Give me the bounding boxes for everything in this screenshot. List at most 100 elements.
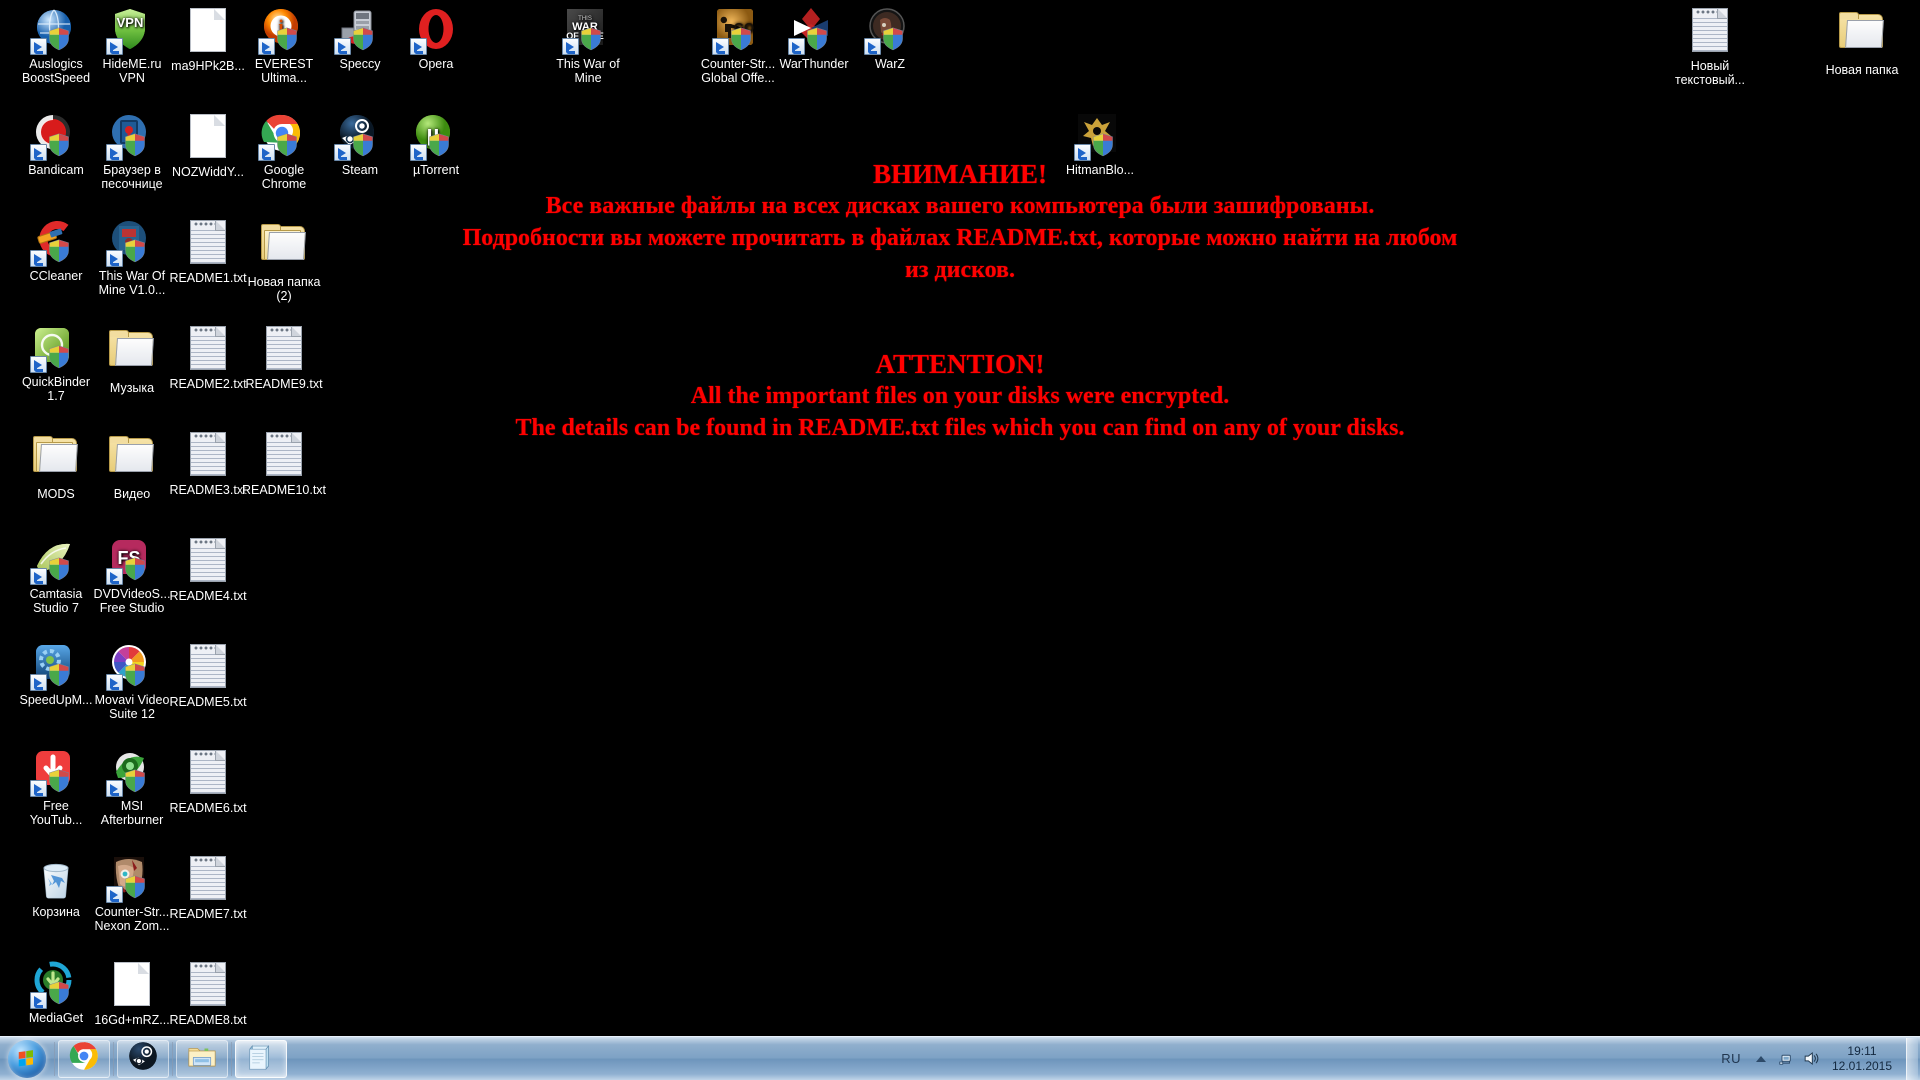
- steam-icon: [128, 1041, 158, 1076]
- shortcut-overlay-icon: [788, 38, 805, 55]
- shortcut-overlay-icon: [106, 250, 123, 267]
- app-camtasia-icon: [30, 536, 80, 585]
- desktop-icon-label: README10.txt: [241, 483, 327, 497]
- network-icon[interactable]: [1772, 1044, 1798, 1074]
- shortcut-overlay-icon: [30, 38, 47, 55]
- taskbar-item-steam[interactable]: [117, 1039, 169, 1078]
- app-quickbinder-icon: [30, 324, 80, 373]
- desktop-icon-readme4[interactable]: README4.txt: [160, 536, 256, 604]
- desktop-icon-label: README4.txt: [169, 589, 247, 603]
- shortcut-overlay-icon: [562, 38, 579, 55]
- text-file-icon: [184, 644, 232, 692]
- volume-icon[interactable]: [1798, 1044, 1824, 1074]
- shortcut-overlay-icon: [334, 38, 351, 55]
- taskbar-item-chrome[interactable]: [58, 1039, 110, 1078]
- folder-icon: [1838, 12, 1886, 60]
- taskbar-divider: [231, 1041, 232, 1076]
- desktop-icon-label: Новая папка: [1825, 63, 1899, 77]
- desktop-icon-label: This War of Mine: [556, 57, 620, 85]
- text-file-icon: [1686, 8, 1734, 56]
- start-button[interactable]: [2, 1038, 52, 1080]
- shortcut-overlay-icon: [106, 38, 123, 55]
- system-tray[interactable]: RU 19:11 12.01.2015: [1712, 1037, 1920, 1080]
- app-steam-icon: [334, 112, 384, 161]
- show-hidden-icons-button[interactable]: [1750, 1044, 1772, 1074]
- app-bandicam-icon: [30, 112, 80, 161]
- ransom-russian-heading: ВНИМАНИЕ!: [873, 159, 1047, 189]
- game-twom-icon: THISWAROF MINE: [562, 6, 612, 55]
- game-hitman-icon: [1074, 112, 1124, 161]
- desktop-icon-label: README6.txt: [169, 801, 247, 815]
- shortcut-overlay-icon: [30, 992, 47, 1009]
- shortcut-overlay-icon: [106, 144, 123, 161]
- clock[interactable]: 19:11 12.01.2015: [1824, 1044, 1900, 1074]
- chrome-icon: [69, 1041, 99, 1076]
- plain-file-icon: [108, 962, 156, 1010]
- shortcut-overlay-icon: [258, 38, 275, 55]
- shortcut-overlay-icon: [106, 780, 123, 797]
- taskbar-item-notepad[interactable]: [235, 1039, 287, 1078]
- shortcut-overlay-icon: [864, 38, 881, 55]
- explorer-icon: [187, 1041, 217, 1076]
- desktop-icon-readme5[interactable]: README5.txt: [160, 642, 256, 710]
- app-speedup-icon: [30, 642, 80, 691]
- taskbar-divider: [172, 1041, 173, 1076]
- app-freeyoutube-icon: [30, 748, 80, 797]
- taskbar-item-explorer[interactable]: [176, 1039, 228, 1078]
- shortcut-overlay-icon: [258, 144, 275, 161]
- app-ccleaner-icon: [30, 218, 80, 267]
- shortcut-overlay-icon: [106, 674, 123, 691]
- folder-icon: [108, 436, 156, 484]
- folder-icon: [108, 330, 156, 378]
- taskbar-divider: [113, 1041, 114, 1076]
- shortcut-overlay-icon: [30, 144, 47, 161]
- shortcut-overlay-icon: [106, 568, 123, 585]
- shortcut-overlay-icon: [30, 250, 47, 267]
- desktop-icon-thiswarmine[interactable]: THISWAROF MINEThis War ofMine: [540, 6, 636, 85]
- game-warthunder-icon: [788, 6, 838, 55]
- text-file-icon: [184, 326, 232, 374]
- ransom-english-heading: ATTENTION!: [875, 349, 1045, 379]
- ransom-english-line-1: All the important files on your disks we…: [690, 383, 1230, 409]
- shortcut-overlay-icon: [30, 780, 47, 797]
- shortcut-overlay-icon: [30, 356, 47, 373]
- app-movavi-icon: [106, 642, 156, 691]
- windows-logo-icon: [8, 1039, 46, 1078]
- show-desktop-button[interactable]: [1906, 1037, 1918, 1080]
- app-freestudio-icon: FS: [106, 536, 156, 585]
- desktop-icon-opera[interactable]: Opera: [388, 6, 484, 72]
- desktop-icon-label: Новый текстовый...: [1675, 59, 1745, 87]
- notepad-icon: [246, 1041, 276, 1076]
- app-afterburner-icon: [106, 748, 156, 797]
- ransom-russian-line-1: Все важные файлы на всех дисках вашего к…: [545, 193, 1375, 219]
- plain-file-icon: [184, 8, 232, 56]
- taskbar[interactable]: RU 19:11 12.01.2015: [0, 1036, 1920, 1080]
- app-opera-icon: [410, 6, 460, 55]
- ransom-english-line-2: The details can be found in README.txt f…: [515, 415, 1405, 441]
- ransom-russian-line-2: Подробности вы можете прочитать в файлах…: [462, 225, 1458, 251]
- desktop-icon-readme8[interactable]: README8.txt: [160, 960, 256, 1028]
- desktop-icon-label: WarZ: [874, 57, 906, 71]
- svg-text:VPN: VPN: [117, 15, 144, 30]
- app-mediaget-icon: [30, 960, 80, 1009]
- app-utorrent-icon: µ: [410, 112, 460, 161]
- desktop[interactable]: Auslogics BoostSpeed VPN HideME.ru VPN ma9HPk…: [0, 0, 1920, 1080]
- desktop-icon-label: README8.txt: [169, 1013, 247, 1027]
- ransom-russian-line-3: из дисков.: [905, 257, 1015, 283]
- game-csgo-icon: GO: [712, 6, 762, 55]
- desktop-icon-novaya-papka[interactable]: Новая папка: [1814, 6, 1910, 78]
- desktop-icon-readme7[interactable]: README7.txt: [160, 854, 256, 922]
- app-vpn-shield-icon: VPN: [106, 6, 156, 55]
- text-file-icon: [184, 538, 232, 586]
- desktop-icon-warz[interactable]: WarZ: [842, 6, 938, 72]
- game-nexonzombie-icon: [106, 854, 156, 903]
- clock-date: 12.01.2015: [1831, 1058, 1893, 1073]
- shortcut-overlay-icon: [30, 674, 47, 691]
- language-indicator[interactable]: RU: [1712, 1051, 1750, 1066]
- desktop-icon-novyi-txt[interactable]: Новый текстовый...: [1662, 6, 1758, 87]
- desktop-icon-readme6[interactable]: README6.txt: [160, 748, 256, 816]
- shortcut-overlay-icon: [106, 886, 123, 903]
- app-globe-shield-icon: [30, 6, 80, 55]
- shortcut-overlay-icon: [30, 568, 47, 585]
- app-chrome-icon: [258, 112, 308, 161]
